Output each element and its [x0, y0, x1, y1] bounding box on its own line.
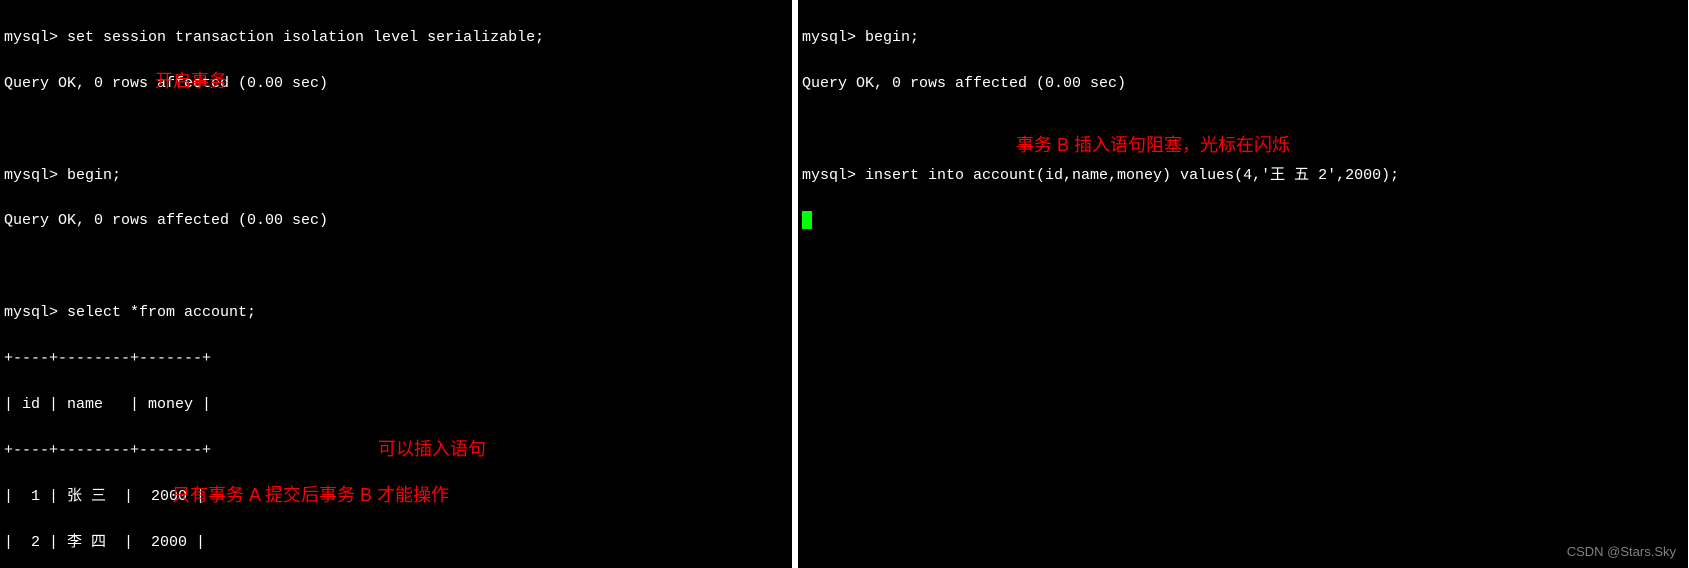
- line: Query OK, 0 rows affected (0.00 sec): [802, 75, 1126, 92]
- annotation-commit-note: 只有事务 A 提交后事务 B 才能操作: [172, 482, 449, 510]
- line: | 2 | 李 四 | 2000 |: [4, 534, 205, 551]
- line: mysql> select *from account;: [4, 304, 256, 321]
- line: mysql> insert into account(id,name,money…: [802, 167, 1399, 184]
- line: +----+--------+-------+: [4, 442, 211, 459]
- cursor-block-icon: [802, 211, 812, 229]
- line-cursor: [802, 212, 812, 229]
- line: | id | name | money |: [4, 396, 211, 413]
- line: mysql> begin;: [802, 29, 919, 46]
- terminal-pane-right[interactable]: mysql> begin; Query OK, 0 rows affected …: [798, 0, 1688, 568]
- annotation-blocked: 事务 B 插入语句阻塞，光标在闪烁: [1016, 132, 1290, 160]
- annotation-begin-txn: 开启事务: [155, 68, 227, 96]
- watermark-text: CSDN @Stars.Sky: [1567, 542, 1676, 562]
- line: mysql> begin;: [4, 167, 121, 184]
- terminal-pane-left[interactable]: mysql> set session transaction isolation…: [0, 0, 792, 568]
- line: Query OK, 0 rows affected (0.00 sec): [4, 212, 328, 229]
- annotation-can-insert: 可以插入语句: [378, 436, 486, 464]
- line: +----+--------+-------+: [4, 350, 211, 367]
- line: mysql> set session transaction isolation…: [4, 29, 544, 46]
